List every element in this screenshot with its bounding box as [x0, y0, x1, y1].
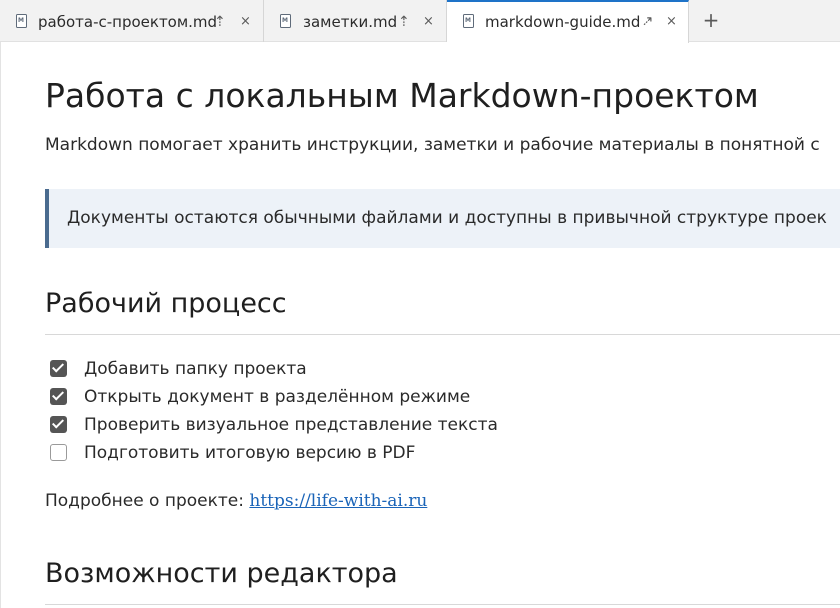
checkbox-unchecked[interactable]	[50, 444, 67, 461]
heading-divider	[45, 334, 840, 335]
task-label: Открыть документ в разделённом режиме	[84, 387, 471, 407]
blockquote-text: Документы остаются обычными файлами и до…	[67, 208, 827, 228]
tab-label: markdown-guide.md	[485, 13, 641, 31]
markdown-file-icon	[463, 14, 474, 28]
tab-rabota-s-proektom[interactable]: работа-с-проектом.md ⇡ ×	[0, 0, 264, 42]
task-label: Подготовить итоговую версию в PDF	[84, 443, 416, 463]
page-title: Работа с локальным Markdown-проектом	[45, 76, 759, 115]
task-label: Добавить папку проекта	[84, 359, 307, 379]
pin-icon[interactable]: ⇡	[214, 12, 226, 32]
close-icon[interactable]: ×	[423, 12, 434, 32]
close-icon[interactable]: ×	[666, 12, 677, 32]
tab-label: работа-с-проектом.md	[38, 13, 218, 31]
more-info-line: Подробнее о проекте: https://life-with-a…	[45, 490, 427, 512]
close-icon[interactable]: ×	[240, 12, 251, 32]
checkbox-checked[interactable]	[50, 360, 67, 377]
new-tab-button[interactable]: +	[700, 8, 722, 32]
tab-bar: работа-с-проектом.md ⇡ × заметки.md ⇡ × …	[0, 0, 840, 43]
section-heading-workflow: Рабочий процесс	[45, 288, 287, 319]
tab-zametki[interactable]: заметки.md ⇡ ×	[264, 0, 447, 42]
markdown-file-icon	[16, 14, 27, 28]
blockquote: Документы остаются обычными файлами и до…	[45, 189, 840, 248]
document-preview[interactable]: Работа с локальным Markdown-проектом Mar…	[0, 42, 840, 608]
project-link[interactable]: https://life-with-ai.ru	[249, 491, 427, 511]
tab-label: заметки.md	[303, 13, 398, 31]
task-label: Проверить визуальное представление текст…	[84, 415, 498, 435]
section-heading-editor-features: Возможности редактора	[45, 558, 398, 589]
checkbox-checked[interactable]	[50, 416, 67, 433]
checkbox-checked[interactable]	[50, 388, 67, 405]
intro-paragraph: Markdown помогает хранить инструкции, за…	[45, 135, 820, 155]
markdown-file-icon	[280, 14, 291, 28]
heading-divider	[45, 604, 840, 605]
tab-markdown-guide[interactable]: markdown-guide.md ⇡ ×	[447, 0, 689, 43]
more-info-label: Подробнее о проекте:	[45, 491, 250, 511]
pin-icon[interactable]: ⇡	[398, 12, 410, 32]
